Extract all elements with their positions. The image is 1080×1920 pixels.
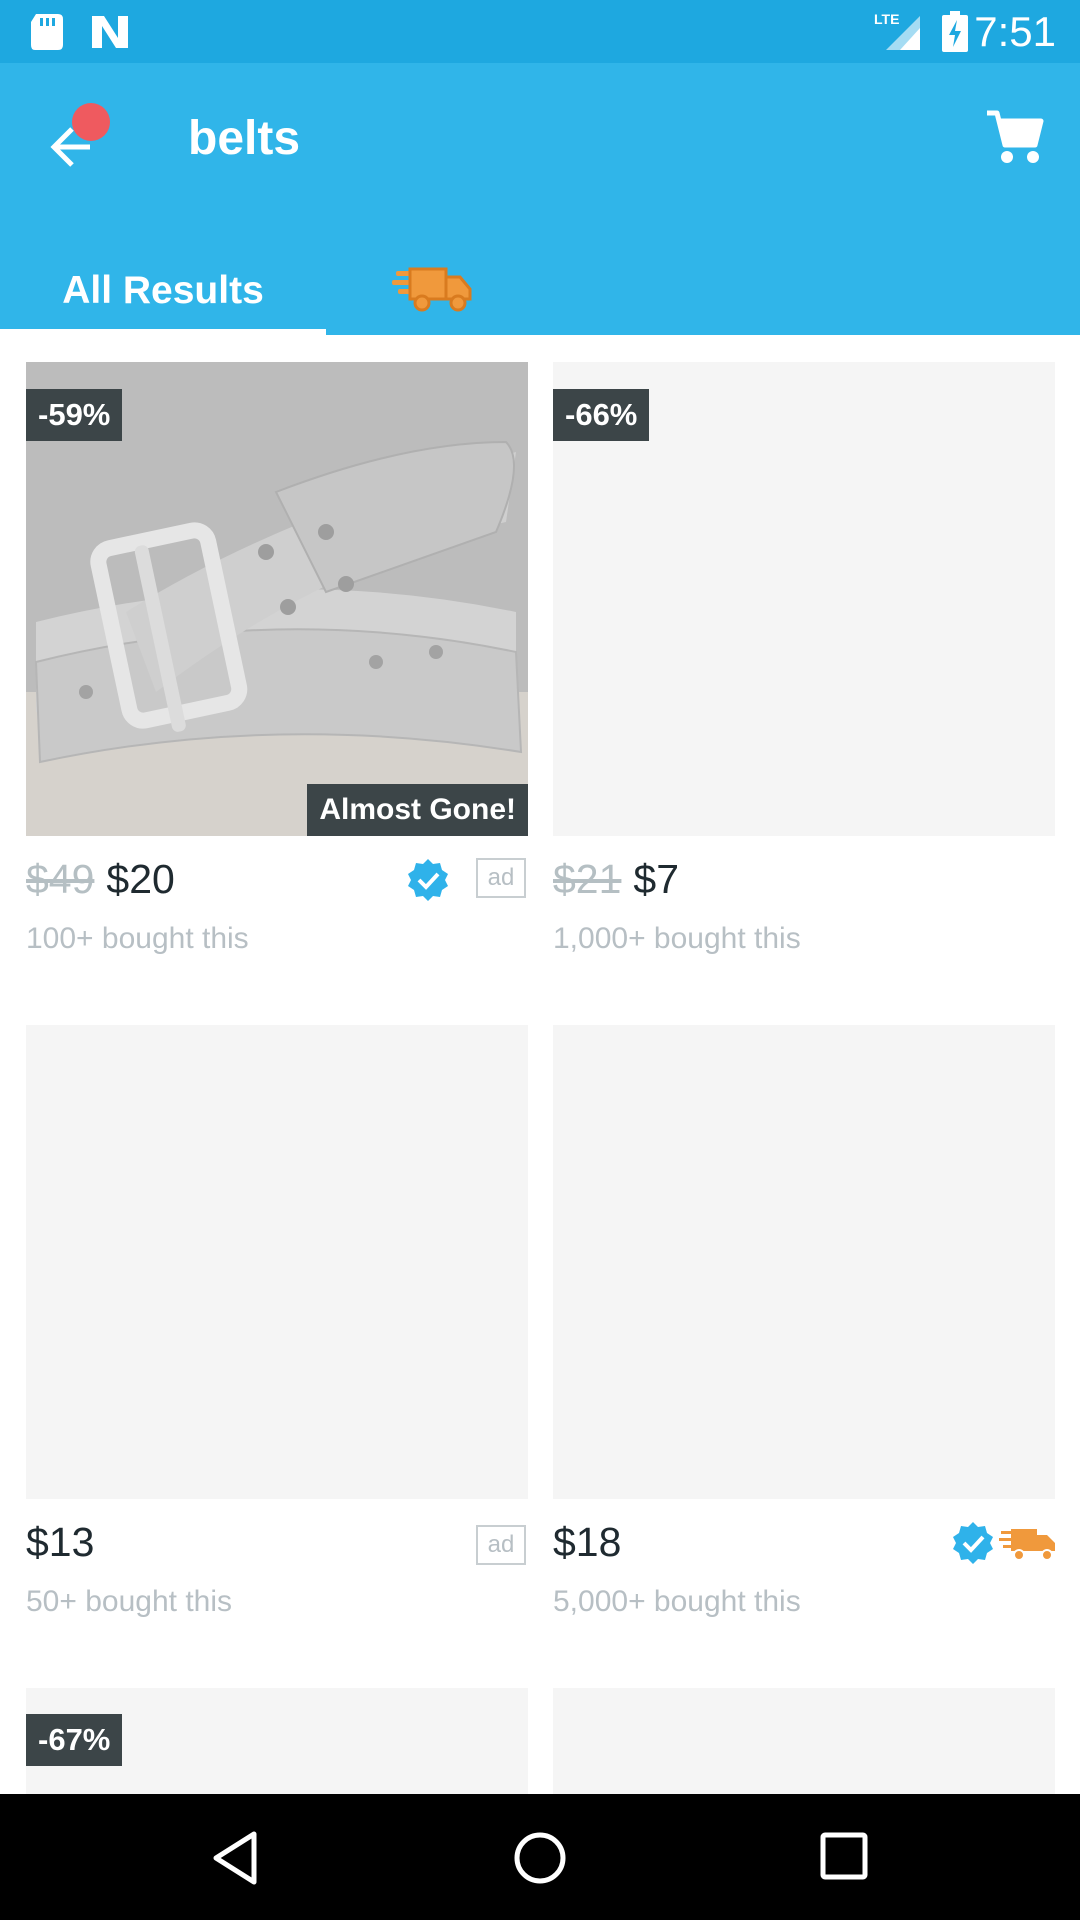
original-price: $49 — [26, 856, 95, 902]
tab-all-results[interactable]: All Results — [0, 247, 326, 335]
bought-count: 100+ bought this — [26, 922, 249, 955]
express-truck-icon[interactable] — [390, 247, 480, 335]
ad-badge: ad — [476, 858, 526, 898]
sale-price: $18 — [553, 1519, 622, 1565]
price-row: $13 — [26, 1519, 528, 1575]
search-query-title[interactable]: belts — [188, 111, 300, 166]
product-image[interactable] — [553, 1025, 1055, 1499]
verified-badge-icon — [408, 859, 448, 901]
battery-charging-icon — [942, 11, 968, 52]
sale-price: $13 — [26, 1519, 95, 1565]
bought-count: 1,000+ bought this — [553, 922, 801, 955]
status-clock: 7:51 — [974, 8, 1056, 55]
discount-badge: -66% — [553, 389, 650, 441]
lte-signal-icon: LTE — [874, 11, 920, 50]
shopping-cart-icon[interactable] — [985, 107, 1045, 167]
notification-dot — [72, 103, 110, 141]
original-price: $21 — [553, 856, 622, 902]
sale-price: $20 — [106, 856, 175, 902]
app-bar: belts All Results — [0, 63, 1080, 336]
recents-square-icon[interactable] — [818, 1830, 870, 1882]
sale-price: $7 — [633, 856, 680, 902]
product-image[interactable] — [553, 1688, 1055, 1794]
n-notification-icon — [92, 16, 128, 48]
price-row: $49 $20 — [26, 856, 528, 912]
ad-badge: ad — [476, 1525, 526, 1565]
svg-text:LTE: LTE — [874, 11, 899, 27]
price-row: $21 $7 — [553, 856, 1055, 912]
verified-badge-icon — [953, 1522, 993, 1564]
back-triangle-icon[interactable] — [210, 1830, 260, 1886]
bought-count: 5,000+ bought this — [553, 1585, 801, 1618]
bought-count: 50+ bought this — [26, 1585, 233, 1618]
sd-card-icon — [31, 14, 63, 50]
discount-badge: -67% — [26, 1714, 123, 1766]
home-circle-icon[interactable] — [512, 1830, 568, 1886]
system-nav-bar — [0, 1794, 1080, 1920]
almost-gone-badge: Almost Gone! — [307, 784, 528, 836]
product-image[interactable]: -59% Almost Gone! — [26, 362, 528, 836]
product-image[interactable]: -67% — [26, 1688, 528, 1794]
tab-selected-indicator — [0, 329, 326, 336]
product-image[interactable]: -66% — [553, 362, 1055, 836]
status-bar: LTE 7:51 — [0, 0, 1080, 63]
express-truck-icon — [999, 1529, 1055, 1561]
product-image[interactable] — [26, 1025, 528, 1499]
discount-badge: -59% — [26, 389, 123, 441]
